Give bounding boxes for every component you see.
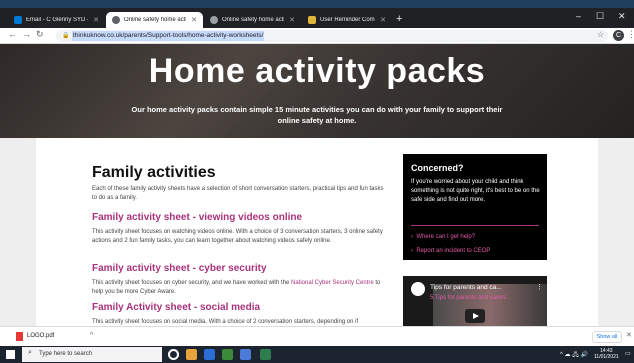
download-bar: LOGO.pdf ^ Show all ✕ [0,326,634,346]
profile-avatar[interactable]: C [613,30,624,41]
page-heading: Family activities [92,164,216,181]
tab-label: Online safety home activity work [124,17,187,23]
url-text[interactable]: thinkuknow.co.uk/parents/Support-tools/h… [72,31,265,41]
cortana-icon[interactable] [168,349,179,360]
chrome-icon[interactable] [186,349,197,360]
video-subtitle: 5 Tips for parents and carers [430,295,507,301]
explorer-icon[interactable] [240,349,251,360]
channel-logo-icon [411,282,425,296]
globe-icon [112,16,120,24]
browser-toolbar: ← → ↻ 🔒 thinkuknow.co.uk/parents/Support… [0,28,634,44]
window-close-button[interactable]: ✕ [618,11,626,22]
link-label: Where can I get help? [416,234,476,240]
play-button-icon[interactable] [465,309,485,323]
minimize-button[interactable]: – [576,11,581,21]
windows-taskbar: ⌕ Type here to search ^ ☁ 🖧 🔊 14:43 11/0… [0,346,634,363]
address-bar[interactable]: 🔒 thinkuknow.co.uk/parents/Support-tools… [56,30,608,42]
concerned-text: If you're worried about your child and t… [411,179,540,203]
tray-icons[interactable]: ^ ☁ 🖧 🔊 [560,350,588,360]
tab-label: Online safety home activity work [222,17,285,23]
close-icon[interactable]: ✕ [93,16,99,24]
clock[interactable]: 14:43 11/01/2021 [594,348,619,360]
close-icon[interactable]: ✕ [380,16,386,24]
menu-kebab-icon[interactable]: ⋮ [627,29,634,40]
chevron-up-icon[interactable]: ^ [90,332,93,339]
get-help-link[interactable]: › Where can I get help? [411,234,475,240]
search-placeholder: Type here to search [39,351,93,357]
divider [411,225,539,226]
tab-label: User Reminder Completion [320,17,375,23]
reminder-icon [308,16,316,24]
intro-text: Each of these family activity sheets hav… [92,186,384,201]
tab-user-reminder[interactable]: User Reminder Completion ✕ [302,12,392,28]
sheet-link-cyber-security[interactable]: Family activity sheet - cyber security [92,263,267,274]
taskbar-search-box[interactable]: ⌕ Type here to search [22,347,162,362]
hero-title: Home activity packs [148,52,486,90]
link-label: Report an incident to CEOP [416,248,491,254]
search-icon: ⌕ [28,349,32,356]
tab-outlook[interactable]: Email - C Glenny SYD - Outlook ✕ [8,12,105,28]
excel-icon[interactable] [222,349,233,360]
tab-home-activity[interactable]: Online safety home activity work ✕ [204,12,301,28]
close-icon[interactable]: ✕ [289,16,295,24]
sheet-link-viewing-videos[interactable]: Family activity sheet - viewing videos o… [92,212,302,223]
outlook-icon [14,16,22,24]
video-menu-icon[interactable]: ⋮ [536,283,543,291]
windows-start-icon[interactable] [6,350,15,359]
window-title-bar [0,0,634,8]
sheet-link-social-media[interactable]: Family Activity sheet - social media [92,302,260,313]
download-file-name[interactable]: LOGO.pdf [27,333,54,339]
sheet-description: This activity sheet focuses on cyber sec… [92,279,390,296]
close-icon[interactable]: ✕ [626,331,632,339]
word-icon[interactable] [204,349,215,360]
reload-icon[interactable]: ↻ [36,29,44,40]
browser-tab-strip: Email - C Glenny SYD - Outlook ✕ Online … [0,0,634,28]
hero-banner: Home activity packs Our home activity pa… [0,44,634,138]
report-ceop-link[interactable]: › Report an incident to CEOP [411,248,490,254]
clock-date: 11/01/2021 [594,354,619,360]
app-icon[interactable] [260,349,271,360]
youtube-video-embed[interactable]: Tips for parents and ca... 5 Tips for pa… [403,276,547,326]
pdf-file-icon [16,332,23,341]
video-title[interactable]: Tips for parents and ca... [430,284,502,291]
notifications-icon[interactable]: ▭ [625,350,631,357]
new-tab-button[interactable]: + [396,13,402,25]
sheet-description: This activity sheet focuses on watching … [92,229,383,244]
sheet-text-part: This activity sheet focuses on cyber sec… [92,280,291,286]
tab-label: Email - C Glenny SYD - Outlook [26,17,88,23]
close-icon[interactable]: ✕ [191,16,197,24]
bookmark-star-icon[interactable]: ☆ [597,30,604,39]
show-all-button[interactable]: Show all [592,331,622,343]
forward-arrow-icon[interactable]: → [22,29,31,39]
maximize-button[interactable]: ☐ [596,11,604,22]
ncsc-link[interactable]: National Cyber Security Centre [291,280,374,286]
concerned-panel: Concerned? If you're worried about your … [403,154,547,260]
globe-icon [210,16,218,24]
tab-home-activity-active[interactable]: Online safety home activity work ✕ [106,12,203,28]
concerned-title: Concerned? [411,163,464,173]
sheet-description: This activity sheet focuses on social me… [92,319,359,325]
lock-icon: 🔒 [62,33,70,39]
hero-subtitle: Our home activity packs contain simple 1… [131,105,503,125]
back-arrow-icon[interactable]: ← [8,29,17,39]
